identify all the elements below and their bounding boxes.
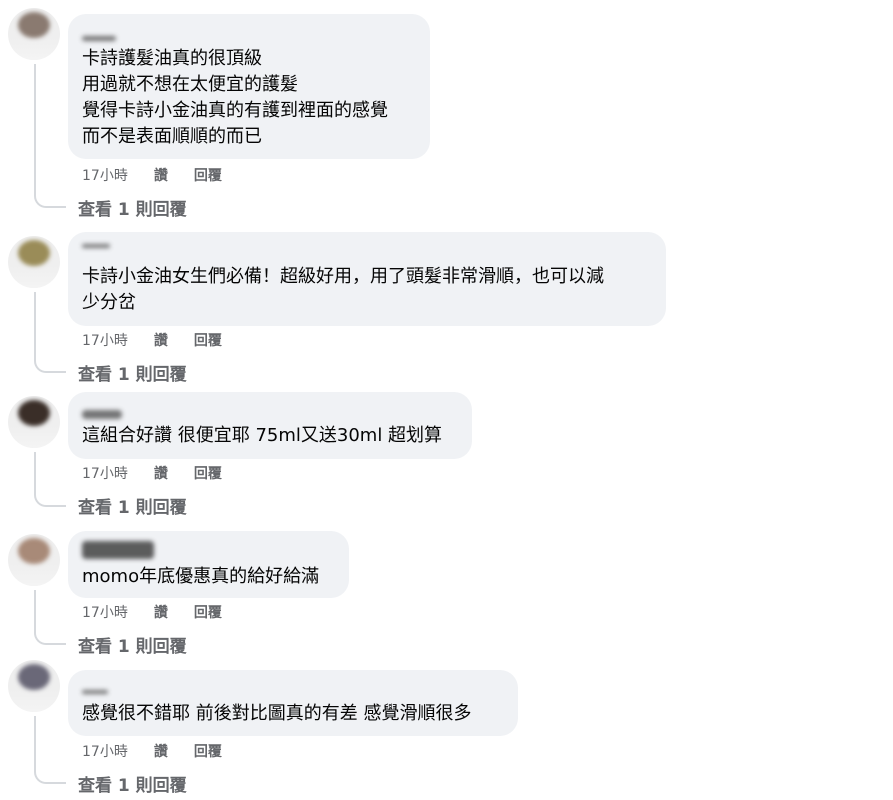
like-button[interactable]: 讚 xyxy=(154,741,168,761)
view-replies-link[interactable]: 查看 1 則回覆 xyxy=(78,360,187,385)
comment-time: 17小時 xyxy=(82,744,128,760)
comment-time: 17小時 xyxy=(82,605,128,621)
view-replies-link[interactable]: 查看 1 則回覆 xyxy=(78,195,187,220)
comment-text: 卡詩護髮油真的很頂級 用過就不想在太便宜的護髮 覺得卡詩小金油真的有護到裡面的感… xyxy=(82,48,388,147)
comment-actions: 17小時 讚 回覆 xyxy=(82,330,222,350)
avatar[interactable] xyxy=(8,8,60,60)
comment-bubble: 卡詩護髮油真的很頂級 用過就不想在太便宜的護髮 覺得卡詩小金油真的有護到裡面的感… xyxy=(68,14,430,159)
reply-button[interactable]: 回覆 xyxy=(194,165,222,185)
comment-time: 17小時 xyxy=(82,466,128,482)
commenter-name-redacted[interactable] xyxy=(82,541,154,559)
thread-line xyxy=(34,64,66,208)
reply-button[interactable]: 回覆 xyxy=(194,602,222,622)
comment-bubble: 卡詩小金油女生們必備！超級好用，用了頭髮非常滑順，也可以減 少分岔 xyxy=(68,232,666,326)
view-replies-link[interactable]: 查看 1 則回覆 xyxy=(78,493,187,518)
comment-bubble: momo年底優惠真的給好給滿 xyxy=(68,531,349,598)
avatar[interactable] xyxy=(8,534,60,586)
like-button[interactable]: 讚 xyxy=(154,165,168,185)
thread-line xyxy=(34,716,66,784)
avatar[interactable] xyxy=(8,396,60,448)
like-button[interactable]: 讚 xyxy=(154,602,168,622)
view-replies-link[interactable]: 查看 1 則回覆 xyxy=(78,771,187,796)
comment-text: 卡詩小金油女生們必備！超級好用，用了頭髮非常滑順，也可以減 少分岔 xyxy=(82,266,604,313)
commenter-name-redacted[interactable] xyxy=(82,690,108,694)
comment-actions: 17小時 讚 回覆 xyxy=(82,165,222,185)
comment-time: 17小時 xyxy=(82,168,128,184)
avatar[interactable] xyxy=(8,236,60,288)
thread-line xyxy=(34,590,66,645)
reply-button[interactable]: 回覆 xyxy=(194,463,222,483)
comment-actions: 17小時 讚 回覆 xyxy=(82,463,222,483)
like-button[interactable]: 讚 xyxy=(154,463,168,483)
commenter-name-redacted[interactable] xyxy=(82,410,122,419)
comment-text: 這組合好讚 很便宜耶 75ml又送30ml 超划算 xyxy=(82,425,443,446)
comment-actions: 17小時 讚 回覆 xyxy=(82,741,222,761)
view-replies-link[interactable]: 查看 1 則回覆 xyxy=(78,632,187,657)
commenter-name-redacted[interactable] xyxy=(82,244,110,248)
avatar[interactable] xyxy=(8,660,60,712)
reply-button[interactable]: 回覆 xyxy=(194,330,222,350)
thread-line xyxy=(34,452,66,507)
comment-bubble: 這組合好讚 很便宜耶 75ml又送30ml 超划算 xyxy=(68,392,472,459)
commenter-name-redacted[interactable] xyxy=(82,36,116,41)
comment-time: 17小時 xyxy=(82,333,128,349)
thread-line xyxy=(34,292,66,373)
comment-text: 感覺很不錯耶 前後對比圖真的有差 感覺滑順很多 xyxy=(82,703,472,724)
comment-actions: 17小時 讚 回覆 xyxy=(82,602,222,622)
reply-button[interactable]: 回覆 xyxy=(194,741,222,761)
comment-text: momo年底優惠真的給好給滿 xyxy=(82,566,320,587)
like-button[interactable]: 讚 xyxy=(154,330,168,350)
comment-bubble: 感覺很不錯耶 前後對比圖真的有差 感覺滑順很多 xyxy=(68,670,518,736)
